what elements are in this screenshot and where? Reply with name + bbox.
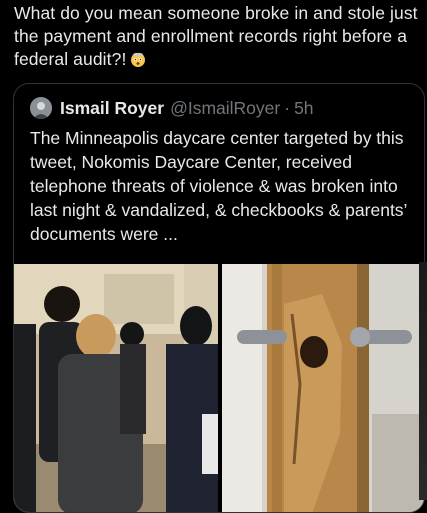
scroll-edge — [419, 262, 427, 500]
hallway-photo-icon — [14, 264, 218, 512]
media-photo-door[interactable] — [222, 264, 424, 512]
media-photo-hallway[interactable] — [14, 264, 218, 512]
door-photo-icon — [222, 264, 424, 512]
quote-header: Ismail Royer @IsmailRoyer · 5h — [30, 96, 314, 120]
media-grid — [14, 264, 424, 512]
separator-dot: · — [284, 97, 291, 118]
avatar[interactable] — [30, 97, 52, 119]
exploding-head-emoji-icon — [131, 52, 146, 67]
quote-timestamp[interactable]: 5h — [294, 98, 313, 119]
avatar-image-icon — [30, 97, 52, 119]
quoted-tweet-card[interactable]: Ismail Royer @IsmailRoyer · 5h The Minne… — [13, 83, 425, 513]
quote-author-handle[interactable]: @IsmailRoyer — [170, 98, 280, 119]
quote-author-name[interactable]: Ismail Royer — [60, 98, 164, 119]
post-text: What do you mean someone broke in and st… — [14, 2, 424, 71]
quote-text: The Minneapolis daycare center targeted … — [30, 128, 407, 244]
post-body: What do you mean someone broke in and st… — [14, 3, 418, 69]
